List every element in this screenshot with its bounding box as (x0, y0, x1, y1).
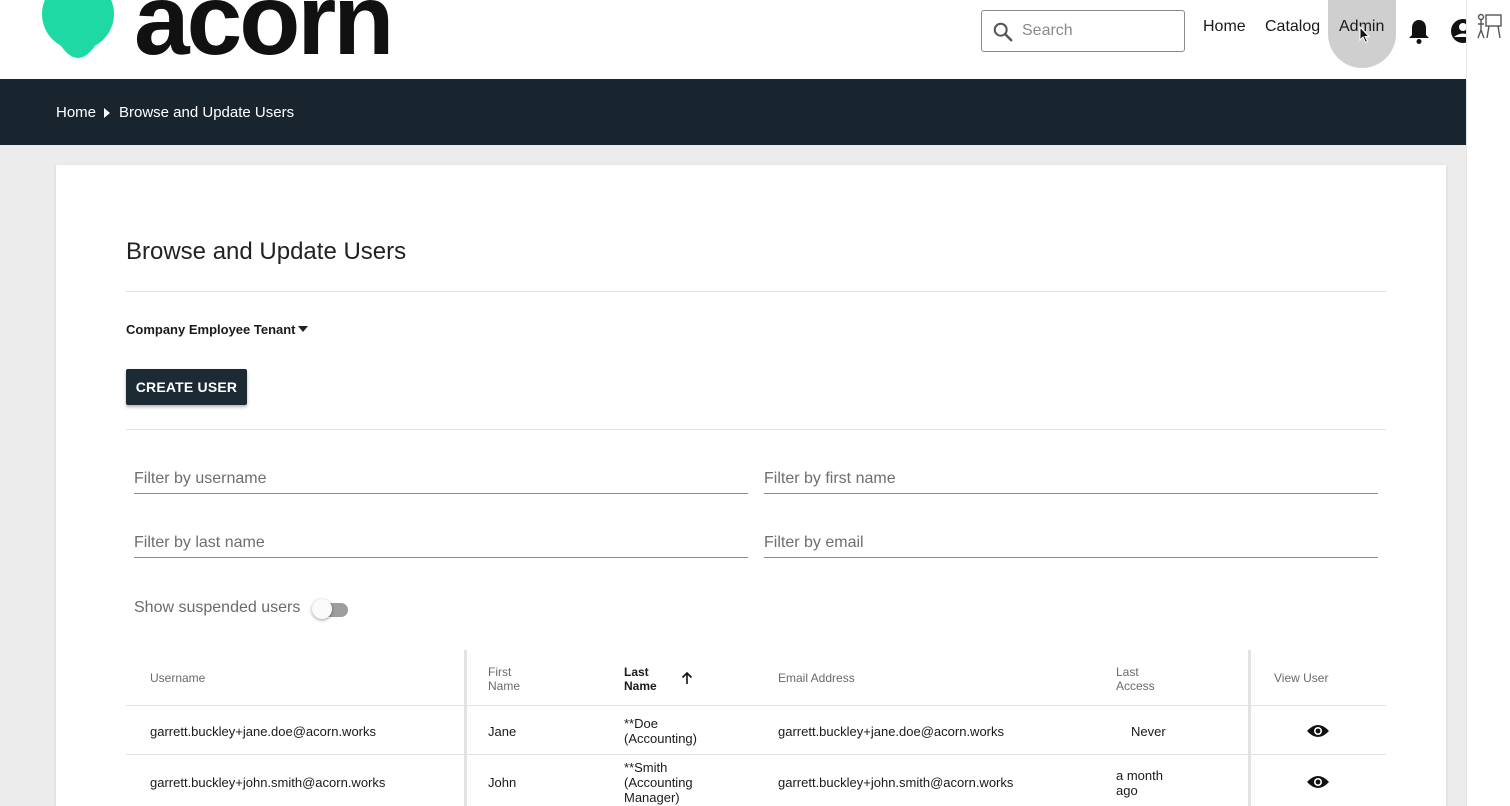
view-user-eye-icon[interactable] (1306, 723, 1330, 739)
column-header-last-name-line1[interactable]: Last (624, 665, 649, 679)
filter-last-name-input[interactable] (134, 528, 748, 558)
nav-catalog-link[interactable]: Catalog (1265, 18, 1320, 36)
app-window: acorn Home Catalog Admin Home (0, 0, 1466, 806)
search-icon (993, 22, 1013, 42)
filter-first-name-input[interactable] (764, 464, 1378, 494)
search-box[interactable] (981, 10, 1185, 52)
column-separator[interactable] (464, 650, 467, 806)
top-header: acorn Home Catalog Admin (0, 0, 1466, 79)
presenter-icon[interactable] (1475, 12, 1503, 42)
cell-username: garrett.buckley+john.smith@acorn.works (150, 775, 386, 790)
users-card: Browse and Update Users Company Employee… (56, 165, 1446, 806)
side-tool-strip (1466, 0, 1510, 806)
divider (126, 291, 1386, 292)
column-header-first-name-line2[interactable]: Name (488, 679, 520, 693)
create-user-button[interactable]: CREATE USER (126, 369, 247, 405)
page-title: Browse and Update Users (126, 238, 407, 265)
mouse-cursor-icon (1359, 26, 1371, 44)
cell-last-access: Never (1131, 724, 1166, 739)
cell-last-access-line2: ago (1116, 783, 1138, 798)
sort-ascending-icon[interactable] (680, 671, 694, 685)
column-header-username[interactable]: Username (150, 671, 205, 685)
tenant-select[interactable]: Company Employee Tenant (126, 322, 296, 337)
brand-wordmark[interactable]: acorn (134, 0, 394, 70)
cell-email: garrett.buckley+jane.doe@acorn.works (778, 724, 1005, 739)
cell-last-name-line3: Manager) (624, 790, 680, 805)
cell-last-name-line1: **Smith (624, 760, 668, 775)
column-header-first-name-line1[interactable]: First (488, 665, 511, 679)
row-divider (126, 754, 1386, 755)
acorn-logo-icon[interactable] (40, 0, 116, 70)
search-input[interactable] (1022, 17, 1177, 45)
toggle-knob[interactable] (312, 599, 332, 619)
nav-home-link[interactable]: Home (1203, 18, 1246, 36)
column-header-last-name-line2[interactable]: Name (624, 679, 657, 693)
breadcrumb: Home Browse and Update Users (0, 79, 1466, 145)
cell-last-name-line2: (Accounting (624, 775, 693, 790)
column-header-email[interactable]: Email Address (778, 671, 855, 685)
cell-username: garrett.buckley+jane.doe@acorn.works (150, 724, 377, 739)
cell-first-name: Jane (488, 724, 517, 739)
divider (126, 429, 1386, 430)
notifications-bell-icon[interactable] (1406, 17, 1432, 45)
breadcrumb-arrow-icon (104, 108, 110, 118)
breadcrumb-current: Browse and Update Users (119, 104, 295, 121)
breadcrumb-home-link[interactable]: Home (56, 104, 96, 121)
chevron-down-icon[interactable] (298, 326, 308, 332)
cell-last-access-line1: a month (1116, 768, 1163, 783)
header-divider (126, 705, 1386, 706)
filter-username-input[interactable] (134, 464, 748, 494)
column-header-view-user: View User (1274, 671, 1329, 685)
column-header-last-access-line1[interactable]: Last (1116, 665, 1139, 679)
filter-email-input[interactable] (764, 528, 1378, 558)
cell-first-name: John (488, 775, 517, 790)
cell-email: garrett.buckley+john.smith@acorn.works (778, 775, 1014, 790)
column-header-last-access-line2[interactable]: Access (1116, 679, 1155, 693)
account-icon[interactable] (1450, 18, 1466, 44)
column-separator[interactable] (1248, 650, 1251, 806)
show-suspended-label: Show suspended users (134, 599, 301, 616)
cell-last-name-line1: **Doe (624, 716, 658, 731)
cell-last-name-line2: (Accounting) (624, 731, 697, 746)
view-user-eye-icon[interactable] (1306, 774, 1330, 790)
